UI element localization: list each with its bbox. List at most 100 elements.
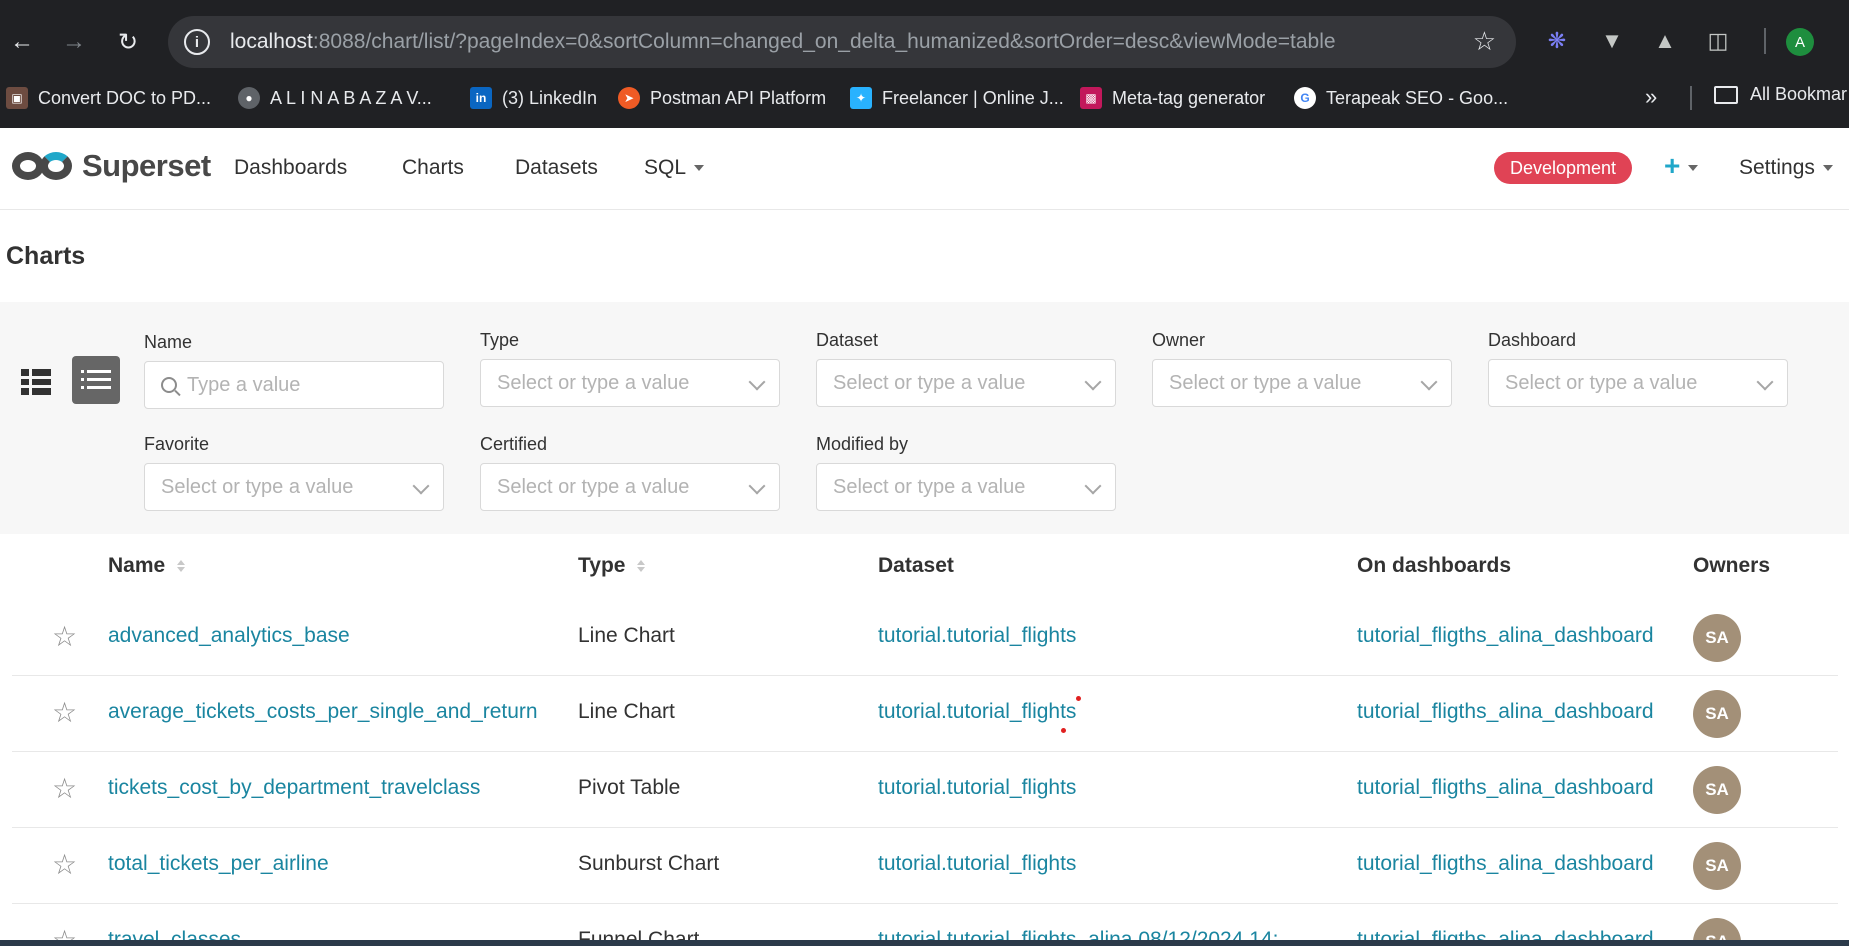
vue-devtools-icon[interactable]: ▼ (1597, 26, 1627, 56)
card-view-toggle[interactable] (12, 358, 60, 406)
filter-certified-label: Certified (480, 434, 548, 454)
bookmark-label: Meta-tag generator (1112, 87, 1266, 108)
bookmark-item[interactable]: ➤ Postman API Platform (618, 84, 826, 112)
dashboard-select[interactable]: Select or type a value (1488, 359, 1788, 407)
globe-icon: ● (238, 87, 260, 109)
search-icon (161, 377, 177, 393)
column-header-name[interactable]: Name (108, 554, 186, 578)
address-bar[interactable]: i localhost:8088/chart/list/?pageIndex=0… (168, 16, 1516, 68)
modified-by-select[interactable]: Select or type a value (816, 463, 1116, 511)
url-text[interactable]: localhost:8088/chart/list/?pageIndex=0&s… (230, 30, 1336, 54)
extensions-puzzle-icon[interactable]: ◫ (1703, 26, 1733, 56)
back-arrow-icon[interactable]: ← (4, 24, 40, 60)
table-row: ☆ advanced_analytics_base Line Chart tut… (12, 600, 1838, 676)
chevron-down-icon (748, 373, 766, 391)
url-host: localhost (230, 30, 313, 53)
all-bookmarks-button[interactable]: All Bookmar (1714, 84, 1847, 105)
dataset-link[interactable]: tutorial.tutorial_flights (878, 852, 1076, 876)
superset-logo-icon (12, 149, 76, 183)
site-info-icon[interactable]: i (184, 29, 210, 55)
dataset-link[interactable]: tutorial.tutorial_flights (878, 776, 1076, 800)
profile-avatar[interactable]: A (1786, 28, 1814, 56)
bookmark-label: A L I N A B A Z A V... (270, 87, 432, 108)
bookmarks-divider (1690, 86, 1692, 110)
bookmarks-overflow-icon[interactable]: » (1645, 84, 1657, 110)
nav-charts[interactable]: Charts (402, 156, 464, 180)
bookmark-item[interactable]: ▣ Convert DOC to PD... (6, 84, 211, 112)
certified-select[interactable]: Select or type a value (480, 463, 780, 511)
filter-modified-by: Modified by Select or type a value (816, 434, 1116, 511)
nav-sql[interactable]: SQL (644, 156, 705, 180)
owner-select-placeholder: Select or type a value (1169, 371, 1362, 394)
nav-dashboards[interactable]: Dashboards (234, 156, 347, 180)
url-path: :8088/chart/list/?pageIndex=0&sortColumn… (312, 30, 1336, 53)
filter-name: Name Type a value (144, 332, 444, 409)
favorite-star-icon[interactable]: ☆ (52, 696, 77, 729)
name-search-input[interactable]: Type a value (144, 361, 444, 409)
page-title: Charts (6, 242, 86, 270)
favorite-star-icon[interactable]: ☆ (52, 620, 77, 653)
bookmark-item[interactable]: in (3) LinkedIn (470, 84, 597, 112)
taskbar-edge (0, 940, 1849, 946)
angular-devtools-icon[interactable]: ▲ (1650, 26, 1680, 56)
column-header-dataset: Dataset (878, 554, 954, 577)
dashboard-link[interactable]: tutorial_fligths_alina_dashboard (1357, 700, 1654, 724)
owner-avatar[interactable]: SA (1693, 766, 1741, 814)
folder-icon (1714, 85, 1738, 104)
settings-menu[interactable]: Settings (1739, 156, 1833, 180)
bookmark-item[interactable]: G Terapeak SEO - Goo... (1294, 84, 1508, 112)
filter-owner-label: Owner (1152, 330, 1206, 350)
chart-name-link[interactable]: tickets_cost_by_department_travelclass (108, 776, 480, 800)
bookmark-item[interactable]: ● A L I N A B A Z A V... (238, 84, 432, 112)
type-select[interactable]: Select or type a value (480, 359, 780, 407)
list-view-icon (81, 370, 111, 389)
chevron-down-icon (1084, 373, 1102, 391)
dashboard-link[interactable]: tutorial_fligths_alina_dashboard (1357, 852, 1654, 876)
toolbar-divider (1764, 28, 1766, 54)
owner-avatar[interactable]: SA (1693, 690, 1741, 738)
favorite-select[interactable]: Select or type a value (144, 463, 444, 511)
bookmark-label: Postman API Platform (650, 87, 827, 108)
type-select-placeholder: Select or type a value (497, 371, 690, 394)
favorite-star-icon[interactable]: ☆ (52, 848, 77, 881)
column-header-name-label: Name (108, 554, 166, 577)
filter-dashboard: Dashboard Select or type a value (1488, 330, 1788, 407)
sort-icon[interactable] (637, 560, 646, 572)
column-header-on-dashboards: On dashboards (1357, 554, 1512, 577)
filter-certified: Certified Select or type a value (480, 434, 780, 511)
new-item-menu[interactable]: + (1664, 150, 1699, 182)
modified-by-select-placeholder: Select or type a value (833, 475, 1026, 498)
nav-datasets[interactable]: Datasets (515, 156, 598, 180)
dataset-link[interactable]: tutorial.tutorial_flights (878, 700, 1076, 724)
reload-icon[interactable]: ↻ (110, 24, 146, 60)
chart-name-link[interactable]: average_tickets_costs_per_single_and_ret… (108, 700, 538, 724)
chart-type: Line Chart (578, 700, 675, 723)
owner-select[interactable]: Select or type a value (1152, 359, 1452, 407)
bookmark-item[interactable]: ✦ Freelancer | Online J... (850, 84, 1064, 112)
sort-icon[interactable] (177, 560, 186, 572)
bookmark-label: Freelancer | Online J... (882, 87, 1064, 108)
favorite-star-icon[interactable]: ☆ (52, 772, 77, 805)
bookmark-item[interactable]: ▩ Meta-tag generator (1080, 84, 1265, 112)
all-bookmarks-label: All Bookmar (1750, 84, 1848, 104)
filter-dataset-label: Dataset (816, 330, 879, 350)
forward-arrow-icon[interactable]: → (56, 24, 92, 60)
dashboard-link[interactable]: tutorial_fligths_alina_dashboard (1357, 624, 1654, 648)
dataset-select[interactable]: Select or type a value (816, 359, 1116, 407)
page-title-bar: Charts (0, 210, 1849, 302)
freelancer-icon: ✦ (850, 87, 872, 109)
owner-avatar[interactable]: SA (1693, 842, 1741, 890)
nav-sql-label: SQL (644, 156, 687, 179)
bookmark-label: Terapeak SEO - Goo... (1326, 87, 1509, 108)
list-view-toggle[interactable] (72, 356, 120, 404)
column-header-type[interactable]: Type (578, 554, 646, 578)
bookmark-star-icon[interactable]: ☆ (1473, 26, 1496, 57)
dataset-link[interactable]: tutorial.tutorial_flights (878, 624, 1076, 648)
chart-name-link[interactable]: advanced_analytics_base (108, 624, 350, 648)
chart-name-link[interactable]: total_tickets_per_airline (108, 852, 329, 876)
owner-avatar[interactable]: SA (1693, 614, 1741, 662)
dashboard-link[interactable]: tutorial_fligths_alina_dashboard (1357, 776, 1654, 800)
superset-logo[interactable]: Superset (12, 148, 211, 184)
extension-gear-icon[interactable]: ❋ (1542, 26, 1572, 56)
chevron-down-icon (1420, 373, 1438, 391)
